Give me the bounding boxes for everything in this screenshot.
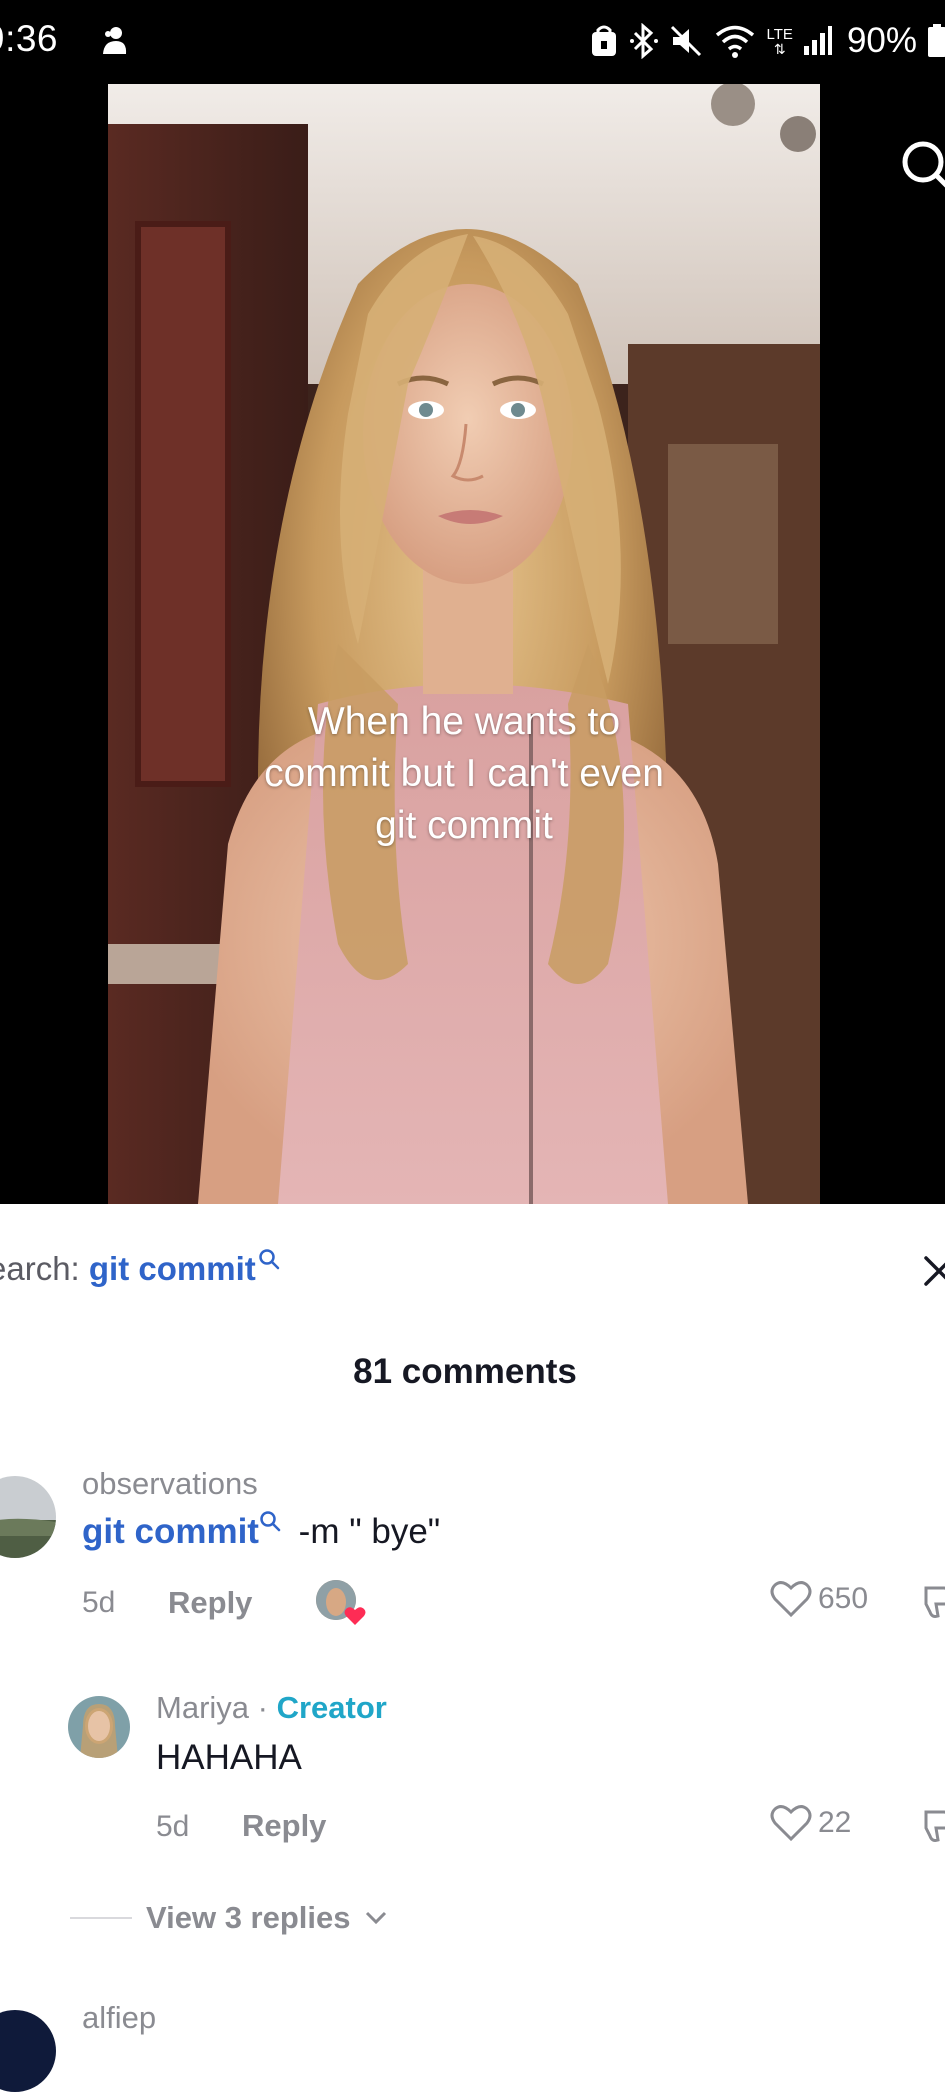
like-count: 22: [818, 1806, 852, 1839]
caption-line: commit but I can't even: [264, 752, 664, 795]
wifi-icon: [715, 25, 754, 58]
like-button[interactable]: 22: [770, 1804, 851, 1842]
video-caption: When he wants to commit but I can't even…: [108, 696, 820, 852]
avatar[interactable]: [0, 2010, 56, 2092]
view-replies-label: View 3 replies: [146, 1900, 351, 1935]
like-count: 650: [818, 1582, 869, 1615]
signal-icon: [803, 26, 832, 55]
status-bar: 9:36 LTE ⇅: [0, 0, 945, 84]
heart-outline-icon: [770, 1805, 812, 1842]
view-replies-button[interactable]: View 3 replies: [70, 1900, 387, 1936]
comment-search-term[interactable]: git commit: [82, 1512, 259, 1551]
video-player[interactable]: When he wants to commit but I can't even…: [0, 84, 945, 1204]
reply-button[interactable]: Reply: [242, 1808, 326, 1844]
dislike-icon[interactable]: [922, 1584, 945, 1620]
chevron-down-icon: [365, 1911, 386, 1925]
avatar[interactable]: [68, 1696, 130, 1758]
comment-username[interactable]: alfiep: [82, 2000, 156, 2036]
close-icon[interactable]: [922, 1254, 945, 1288]
heart-icon: [344, 1607, 366, 1625]
comment-text-rest: -m " bye": [288, 1512, 441, 1551]
comment-age: 5d: [82, 1586, 116, 1619]
related-search-bar[interactable]: earch: git commit: [0, 1204, 945, 1334]
caption-line: When he wants to: [307, 700, 621, 743]
caption-line: git commit: [375, 804, 553, 847]
comment-age: 5d: [156, 1810, 190, 1843]
battery-icon: [928, 24, 945, 57]
search-term[interactable]: git commit: [89, 1250, 256, 1287]
bluetooth-icon: [629, 23, 658, 59]
status-time: 9:36: [0, 18, 59, 59]
avatar-image: [68, 1696, 130, 1758]
related-search-link[interactable]: earch: git commit: [0, 1249, 280, 1288]
creator-liked-badge: [316, 1580, 366, 1625]
heart-outline-icon: [770, 1581, 812, 1618]
comment-text: git commit -m " bye": [82, 1511, 441, 1552]
comment-text: HAHAHA: [156, 1738, 302, 1777]
comment-username[interactable]: observations: [82, 1466, 258, 1502]
battery-percent: 90%: [846, 21, 917, 60]
data-arrows-icon: ⇅: [773, 40, 786, 57]
dislike-icon[interactable]: [922, 1808, 945, 1844]
creator-badge: Creator: [276, 1690, 387, 1725]
avatar-image: [0, 1476, 56, 1558]
mute-icon: [670, 25, 701, 57]
comments-count: 81 comments: [353, 1352, 577, 1391]
status-icons: LTE ⇅ 90%: [589, 16, 945, 66]
video-frame[interactable]: When he wants to commit but I can't even…: [108, 84, 820, 1204]
username-separator: ·: [249, 1690, 277, 1725]
comment-username[interactable]: Mariya: [156, 1690, 249, 1725]
reply-button[interactable]: Reply: [168, 1585, 252, 1621]
like-button[interactable]: 650: [770, 1580, 868, 1618]
search-icon: [258, 1249, 279, 1270]
search-prefix: earch:: [0, 1250, 80, 1287]
video-still-image: [108, 84, 820, 1204]
avatar[interactable]: [0, 1476, 56, 1558]
divider: [70, 1917, 132, 1919]
sim-lock-icon: [591, 25, 616, 56]
notification-icon: [103, 27, 127, 54]
search-icon: [260, 1511, 281, 1532]
search-icon[interactable]: [895, 134, 945, 194]
network-indicator: LTE ⇅: [767, 27, 793, 56]
network-type: LTE: [766, 25, 793, 43]
comment-username-line: Mariya · Creator: [156, 1690, 387, 1726]
